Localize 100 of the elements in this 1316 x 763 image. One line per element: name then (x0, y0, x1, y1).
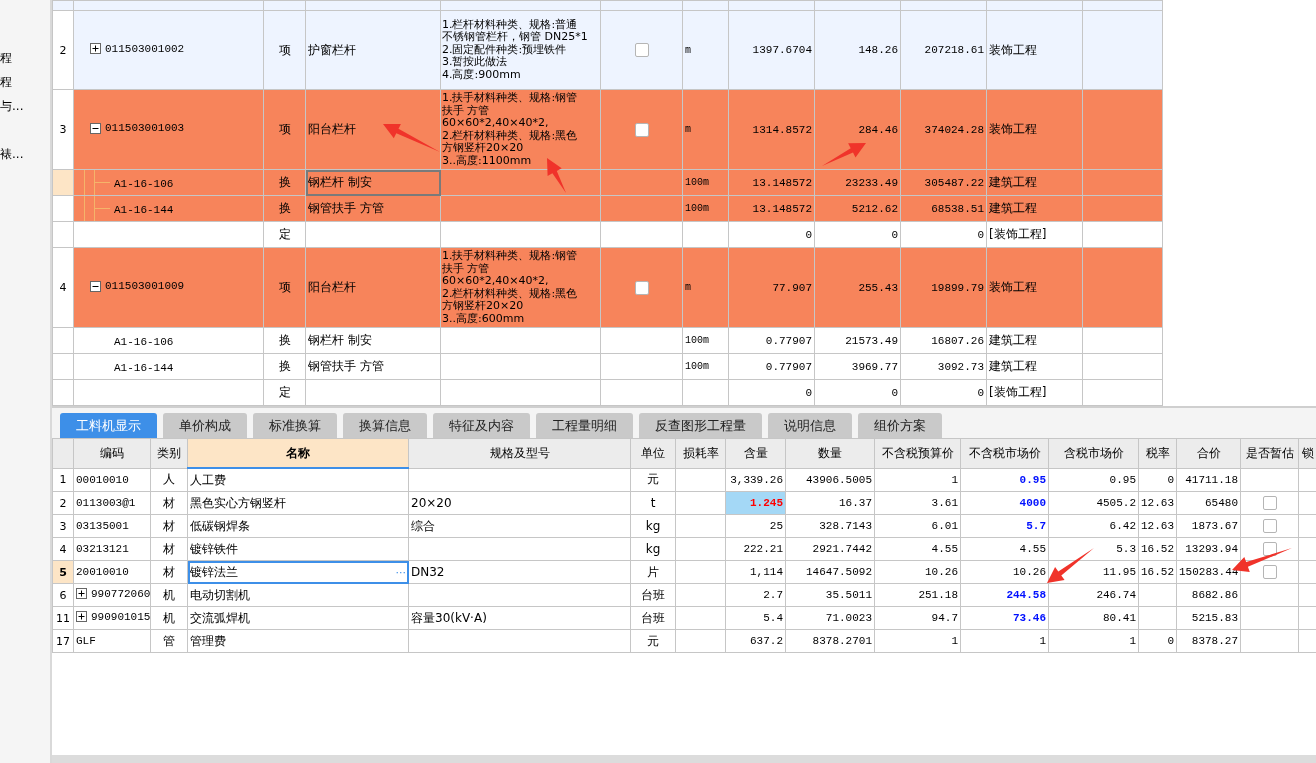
resource-name: 电动切割机 (190, 586, 250, 604)
column-header[interactable]: 类别 (150, 438, 188, 468)
plus-box-icon[interactable] (76, 611, 87, 623)
column-header[interactable]: 规格及型号 (408, 438, 631, 468)
tab[interactable]: 标准换算 (253, 413, 337, 438)
resource-quantity: 8378.2701 (812, 635, 872, 647)
resource-code: 990772060 (91, 587, 150, 600)
column-header[interactable]: 是否暂估 (1240, 438, 1299, 468)
resource-name: 低碳钢焊条 (190, 517, 250, 535)
item-code: A1-16-144 (114, 361, 174, 374)
item-quantity: 1397.6704 (752, 44, 812, 56)
feature-line: 4.高度:900mm (442, 68, 521, 82)
checkbox[interactable] (1262, 496, 1277, 511)
column-header[interactable]: 编码 (73, 438, 151, 468)
column-header[interactable]: 含量 (725, 438, 786, 468)
resource-unit: 元 (647, 633, 659, 648)
tax-price: 11.95 (1103, 566, 1136, 578)
resource-content: 25 (769, 520, 783, 532)
budget-price: 3.61 (931, 497, 958, 509)
sidebar-item[interactable]: 与... (0, 98, 24, 114)
resource-code: 03135001 (76, 520, 129, 532)
column-header[interactable]: 损耗率 (675, 438, 726, 468)
sidebar-item[interactable]: 程 (0, 74, 12, 90)
tab[interactable]: 反查图形工程量 (639, 413, 762, 438)
checkbox[interactable] (634, 43, 649, 58)
checkbox[interactable] (1262, 565, 1277, 580)
resource-type: 材 (163, 518, 175, 533)
checkbox[interactable] (634, 280, 649, 295)
minus-box-icon[interactable] (90, 280, 101, 292)
tab[interactable]: 说明信息 (768, 413, 852, 438)
resource-total: 5215.83 (1191, 612, 1238, 624)
feature-line: 60×60*2,40×40*2, (442, 275, 549, 288)
minus-box-icon[interactable] (90, 122, 101, 134)
column-header[interactable]: 不含税预算价 (874, 438, 961, 468)
table-row[interactable]: 3 011503001003 项 阳台栏杆 1.扶手材料种类、规格:钢管 扶手 方管 60×60*2,40×40*2, 2.栏杆材料种类、规格:黑色 方钢竖杆20×20 3..高度:1100mm m 1314.8572 284.46 374024.28 装饰工程 (52, 89, 1163, 170)
item-quantity: 0 (805, 228, 812, 241)
table-row[interactable]: 定 0 0 0 [装饰工程] (52, 379, 1163, 406)
resource-total: 41711.18 (1185, 473, 1238, 486)
item-unit: 100m (685, 361, 709, 372)
item-code: 011503001003 (105, 122, 185, 135)
sidebar-item[interactable]: 程 (0, 50, 12, 66)
item-total: 305487.22 (924, 176, 984, 189)
tax-rate: 0 (1167, 635, 1174, 647)
annotation-arrow (383, 123, 440, 152)
resource-unit: 元 (647, 472, 659, 487)
resource-unit: kg (645, 542, 661, 556)
tab[interactable]: 组价方案 (858, 413, 942, 438)
item-category: 建筑工程 (989, 359, 1037, 373)
item-name: 阳台栏杆 (308, 280, 356, 294)
checkbox[interactable] (1262, 519, 1277, 534)
tab[interactable]: 换算信息 (343, 413, 427, 438)
tab[interactable]: 单价构成 (163, 413, 247, 438)
resource-quantity: 43906.5005 (806, 473, 872, 486)
table-row[interactable]: A1-16-106 换 钢栏杆 制安 100m 0.77907 21573.49 16807.26 建筑工程 (52, 327, 1163, 354)
resource-unit: 台班 (641, 610, 665, 625)
row-number: 4 (59, 542, 67, 556)
table-row[interactable]: 4 011503001009 项 阳台栏杆 1.扶手材料种类、规格:钢管 扶手 方管 60×60*2,40×40*2, 2.栏杆材料种类、规格:黑色 方钢竖杆20×20 3..高度:600mm m 77.907 255.43 19899.79 装饰工程 (52, 247, 1163, 328)
table-row[interactable]: 定 0 0 0 [装饰工程] (52, 221, 1163, 248)
resource-name: 人工费 (190, 471, 226, 489)
row-number: 6 (59, 588, 67, 602)
sidebar-item[interactable]: 裱... (0, 146, 24, 162)
tax-rate: 0 (1167, 473, 1174, 486)
item-category: [装饰工程] (989, 385, 1047, 399)
resource-name: 黑色实心方钢竖杆 (190, 494, 286, 512)
column-header[interactable]: 合价 (1176, 438, 1241, 468)
checkbox[interactable] (1262, 542, 1277, 557)
column-header[interactable]: 名称 (187, 438, 409, 468)
row-number: 17 (56, 634, 70, 648)
item-total: 68538.51 (931, 202, 984, 215)
column-header[interactable]: 含税市场价 (1048, 438, 1139, 468)
plus-box-icon[interactable] (90, 43, 101, 55)
item-code: A1-16-106 (114, 335, 174, 348)
table-row[interactable]: 2 011503001002 项 护窗栏杆 1.栏杆材料种类、规格:普通 不锈钢管栏杆，钢管 DN25*1 2.固定配件种类:预埋铁件 3.暂按此做法 4.高度:900mm m 1397.6704 148.26 207218.61 装饰工程 (52, 10, 1163, 90)
resource-content: 222.21 (743, 543, 783, 555)
tax-price: 5.3 (1116, 543, 1136, 555)
tab[interactable]: 工程量明细 (536, 413, 633, 438)
resource-total: 65480 (1205, 497, 1238, 509)
resource-quantity: 14647.5092 (806, 566, 872, 578)
feature-line: 方钢竖杆20×20 (442, 142, 524, 155)
feature-line: 1.栏杆材料种类、规格:普通 (442, 18, 578, 31)
resource-name: 管理费 (190, 632, 226, 650)
table-row[interactable]: A1-16-144 换 钢管扶手 方管 100m 13.148572 5212.62 68538.51 建筑工程 (52, 195, 1163, 222)
column-header[interactable]: 税率 (1138, 438, 1177, 468)
table-row[interactable]: A1-16-106 换 钢栏杆 制安 100m 13.148572 23233.49 305487.22 建筑工程 (52, 169, 1163, 196)
tab[interactable]: 特征及内容 (433, 413, 530, 438)
column-header[interactable]: 单位 (630, 438, 676, 468)
resource-unit: 片 (647, 564, 659, 579)
row-number: 3 (59, 123, 67, 136)
item-unit-price: 148.26 (858, 44, 898, 56)
resource-type: 管 (163, 633, 175, 648)
plus-box-icon[interactable] (76, 588, 87, 600)
column-header[interactable]: 不含税市场价 (960, 438, 1049, 468)
row-number: 5 (59, 565, 67, 579)
table-row[interactable]: A1-16-144 换 钢管扶手 方管 100m 0.77907 3969.77 3092.73 建筑工程 (52, 353, 1163, 380)
checkbox[interactable] (634, 122, 649, 137)
resource-quantity: 16.37 (839, 497, 872, 509)
feature-line: 2.固定配件种类:预埋铁件 (442, 43, 567, 56)
more-button[interactable]: ··· (395, 565, 406, 579)
column-header[interactable]: 数量 (785, 438, 875, 468)
item-unit-price: 284.46 (858, 123, 898, 136)
